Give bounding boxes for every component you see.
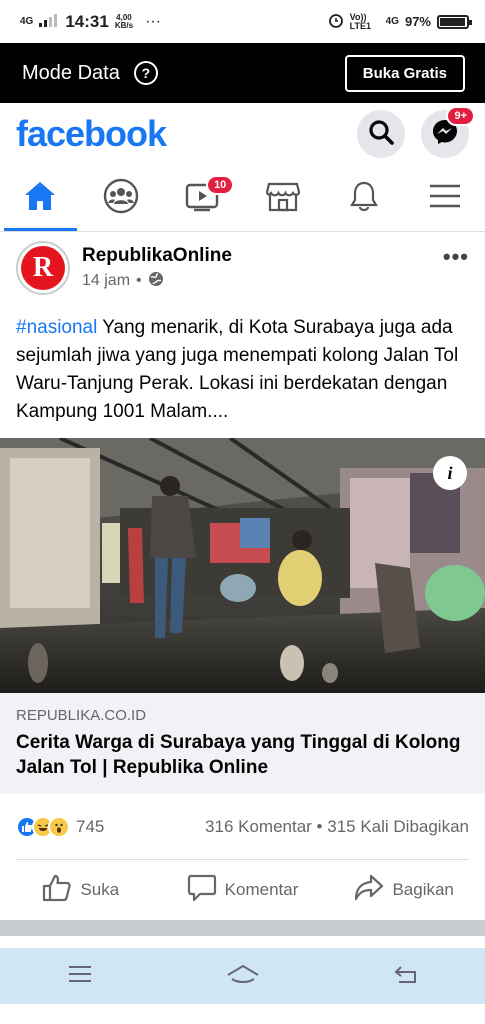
post-time-row: 14 jam • bbox=[82, 271, 232, 292]
post-meta: RepublikaOnline 14 jam • bbox=[82, 245, 232, 292]
free-mode-button[interactable]: Buka Gratis bbox=[344, 54, 465, 92]
underpass-photo bbox=[0, 438, 485, 693]
wow-reaction-icon bbox=[48, 815, 70, 838]
post-actions: Suka Komentar Bagikan bbox=[0, 860, 485, 920]
link-title: Cerita Warga di Surabaya yang Tinggal di… bbox=[16, 732, 461, 778]
groups-icon bbox=[103, 178, 139, 219]
tab-marketplace[interactable] bbox=[242, 165, 323, 231]
clock: 14:31 bbox=[65, 11, 109, 31]
share-button[interactable]: Bagikan bbox=[323, 874, 485, 907]
link-preview[interactable]: REPUBLIKA.CO.ID Cerita Warga di Surabaya… bbox=[0, 693, 485, 794]
tab-menu[interactable] bbox=[404, 165, 485, 231]
tab-watch[interactable]: 10 bbox=[162, 165, 243, 231]
post-text: #nasional Yang menarik, di Kota Surabaya… bbox=[0, 296, 485, 436]
comment-label: Komentar bbox=[224, 880, 299, 899]
alarm-icon bbox=[328, 12, 344, 31]
post-author[interactable]: RepublikaOnline bbox=[82, 245, 232, 267]
data-mode-title: Mode Data bbox=[22, 61, 120, 84]
status-right: Vo)) LTE1 4G 97% bbox=[328, 11, 472, 31]
comment-button[interactable]: Komentar bbox=[162, 874, 324, 907]
data-mode-bar: Mode Data ? Buka Gratis bbox=[0, 43, 485, 103]
feed-separator bbox=[0, 920, 485, 936]
reactions-summary[interactable]: 745 316 Komentar • 315 Kali Dibagikan bbox=[16, 794, 469, 860]
marketplace-icon bbox=[265, 180, 300, 217]
thumbs-up-icon bbox=[42, 874, 72, 907]
messenger-button[interactable]: 9+ bbox=[421, 106, 475, 158]
avatar-logo: R bbox=[21, 246, 65, 290]
hashtag-link[interactable]: #nasional bbox=[16, 317, 97, 338]
post-time[interactable]: 14 jam bbox=[82, 272, 130, 290]
search-button[interactable] bbox=[357, 110, 405, 158]
share-icon bbox=[354, 874, 384, 907]
meta-dot: • bbox=[136, 272, 142, 289]
app-header: facebook 9+ bbox=[0, 103, 485, 165]
home-button[interactable] bbox=[226, 963, 260, 990]
like-label: Suka bbox=[80, 880, 120, 899]
post-more-button[interactable]: ••• bbox=[443, 244, 469, 270]
comment-share-stats[interactable]: 316 Komentar • 315 Kali Dibagikan bbox=[205, 817, 469, 837]
back-button[interactable] bbox=[393, 963, 419, 990]
link-domain: REPUBLIKA.CO.ID bbox=[16, 707, 147, 724]
info-button[interactable]: i bbox=[433, 456, 467, 490]
system-navigation-bar bbox=[0, 948, 485, 1004]
home-icon bbox=[23, 180, 57, 217]
reaction-icons bbox=[16, 815, 70, 838]
facebook-logo[interactable]: facebook bbox=[16, 113, 167, 155]
network-speed: 4,00 KB/s bbox=[114, 12, 134, 30]
network-indicator-2: 4G bbox=[385, 16, 399, 27]
tab-notifications[interactable] bbox=[323, 165, 404, 231]
globe-icon bbox=[148, 271, 164, 292]
volte-indicator: Vo)) LTE1 bbox=[349, 11, 371, 31]
battery-icon bbox=[437, 14, 472, 29]
feed-post: R RepublikaOnline 14 jam • ••• #nasional… bbox=[0, 232, 485, 920]
battery-percent: 97% bbox=[404, 14, 431, 29]
messenger-badge: 9+ bbox=[446, 106, 475, 126]
status-left: 4G 14:31 4,00 KB/s ··· bbox=[20, 12, 161, 32]
recent-apps-button[interactable] bbox=[67, 964, 93, 989]
bell-icon bbox=[349, 180, 379, 217]
tab-groups[interactable] bbox=[81, 165, 162, 231]
next-post-start bbox=[0, 936, 485, 948]
post-header: R RepublikaOnline 14 jam • ••• bbox=[0, 232, 485, 296]
header-actions: 9+ bbox=[357, 106, 475, 158]
watch-badge: 10 bbox=[206, 175, 235, 195]
share-label: Bagikan bbox=[392, 880, 454, 899]
comment-icon bbox=[187, 874, 217, 907]
more-notifications: ··· bbox=[145, 12, 162, 30]
search-icon bbox=[368, 119, 394, 150]
help-icon[interactable]: ? bbox=[133, 61, 158, 85]
reaction-count: 745 bbox=[76, 816, 105, 836]
signal-icon bbox=[39, 13, 59, 31]
post-image[interactable]: i bbox=[0, 438, 485, 693]
like-button[interactable]: Suka bbox=[0, 874, 162, 907]
status-bar: 4G 14:31 4,00 KB/s ··· Vo)) LTE1 4G 97% bbox=[0, 0, 485, 43]
tab-home[interactable] bbox=[0, 165, 81, 231]
main-nav-tabs: 10 bbox=[0, 165, 485, 232]
avatar[interactable]: R bbox=[16, 241, 70, 295]
network-indicator: 4G bbox=[20, 16, 34, 27]
menu-icon bbox=[429, 183, 461, 214]
